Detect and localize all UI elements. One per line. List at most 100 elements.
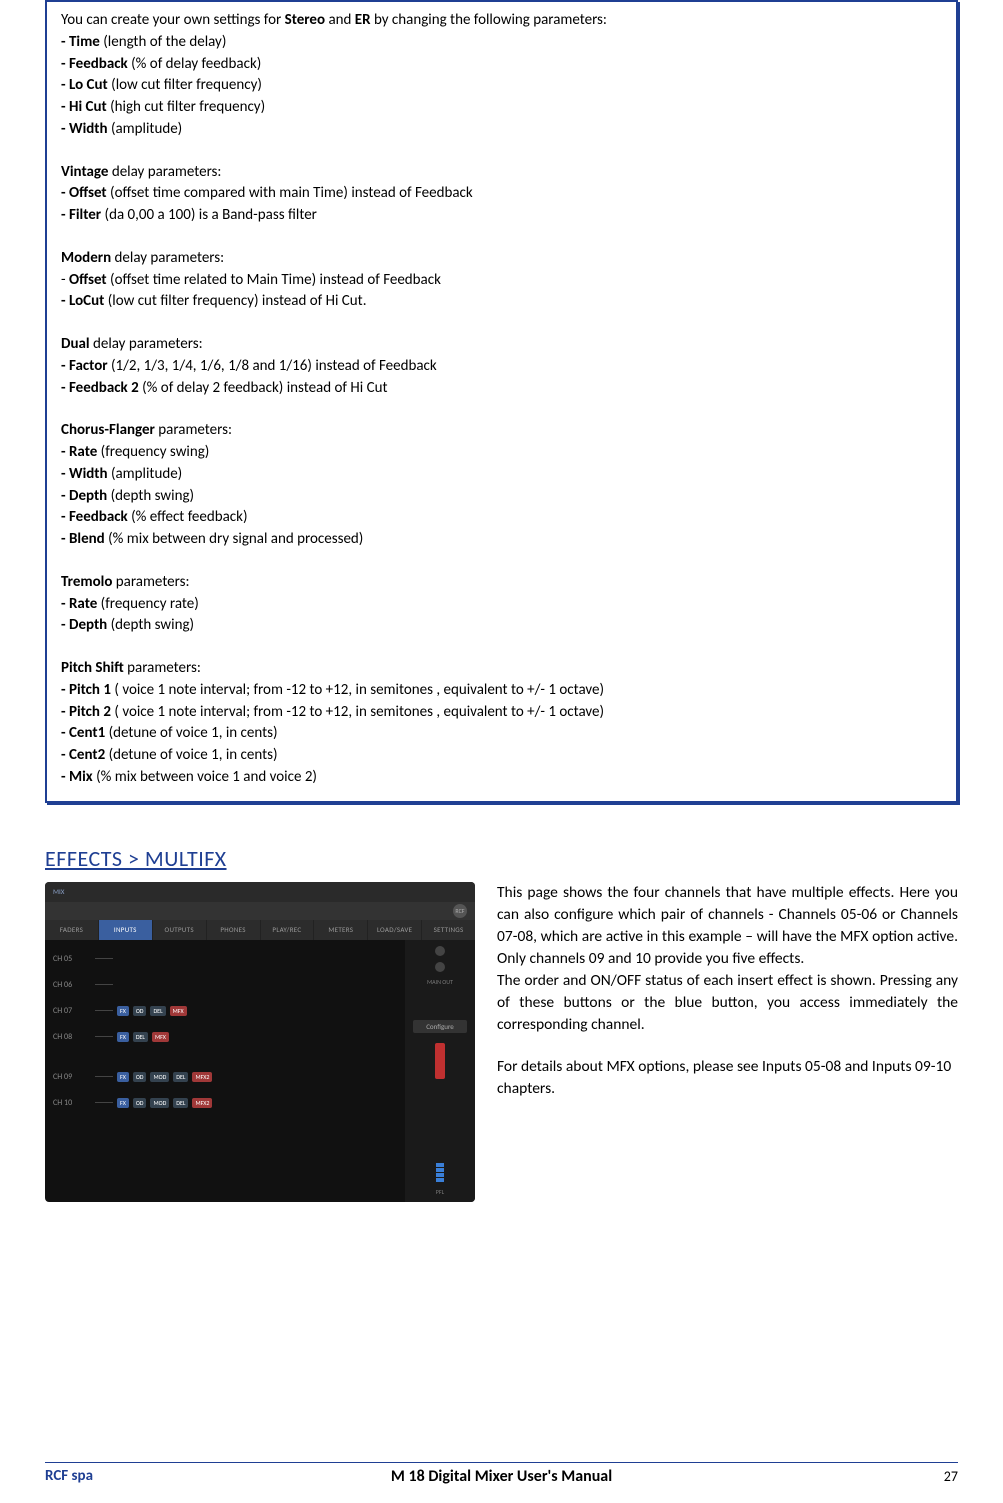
mfx-chip-button[interactable]: MFX [152,1032,169,1042]
bold: Tremolo [61,573,112,591]
channel-label: CH 07 [53,1006,91,1016]
tab-loadsave[interactable]: LOAD/SAVE [368,920,421,940]
paragraph: The order and ON/OFF status of each inse… [497,970,958,1036]
bold: - Rate [61,443,97,461]
tab-meters[interactable]: METERS [314,920,367,940]
text: by changing the following parameters: [371,11,607,29]
footer-page-number: 27 [944,1468,958,1485]
text: (% mix between dry signal and processed) [105,530,364,548]
param-line: - Depth (depth swing) [61,615,942,637]
text: (% mix between voice 1 and voice 2) [93,768,317,786]
text: (offset time related to Main Time) inste… [107,271,441,289]
mfx2-chip-button[interactable]: MFX2 [192,1072,212,1082]
fx-chip-button[interactable]: FX [117,1098,129,1108]
knob-icon[interactable] [435,946,445,956]
bold: - Feedback [61,508,128,526]
param-line: - Cent2 (detune of voice 1, in cents) [61,745,942,767]
tab-phones[interactable]: PHONES [207,920,260,940]
group-heading: Tremolo parameters: [61,572,942,594]
paragraph: This page shows the four channels that h… [497,882,958,970]
group-heading: Vintage delay parameters: [61,162,942,184]
mfx2-chip-button[interactable]: MFX2 [192,1098,212,1108]
channel-label: CH 06 [53,980,91,990]
channel-line-icon [95,1036,113,1037]
bold: - Rate [61,595,97,613]
text: (low cut filter frequency) [108,76,262,94]
tab-playrec[interactable]: PLAY/REC [261,920,314,940]
intro-line: You can create your own settings for Ste… [61,10,942,32]
text: (% of delay feedback) [128,55,262,73]
channel-row: CH 10 FX OD MOD DEL MFX2 [53,1090,397,1116]
knob-icon[interactable] [435,962,445,972]
group-heading: Dual delay parameters: [61,334,942,356]
group-heading: Pitch Shift parameters: [61,658,942,680]
text: You can create your own settings for [61,11,285,29]
bold: - Cent1 [61,724,105,742]
bold: - LoCut [61,292,104,310]
configure-button[interactable]: Configure [413,1020,467,1033]
param-line: - Feedback 2 (% of delay 2 feedback) ins… [61,378,942,400]
text: (detune of voice 1, in cents) [105,746,277,764]
text: - [61,271,69,289]
text: parameters: [112,573,189,591]
mute-indicator-icon[interactable] [435,1043,445,1079]
mfx-chip-button[interactable]: MFX [170,1006,187,1016]
bold: - Filter [61,206,101,224]
multifx-screenshot: MIX RCF FADERS INPUTS OUTPUTS PHONES PLA… [45,882,475,1202]
param-line: - Feedback (% effect feedback) [61,507,942,529]
bold: - Width [61,465,108,483]
param-line: - Factor (1/2, 1/3, 1/4, 1/6, 1/8 and 1/… [61,356,942,378]
text: delay parameters: [111,249,224,267]
bold-stereo: Stereo [285,11,325,29]
text: ( voice 1 note interval; from -12 to +12… [111,681,604,699]
text: parameters: [124,659,201,677]
param-line: - Offset (offset time compared with main… [61,183,942,205]
channel-label: CH 05 [53,954,91,964]
text: (detune of voice 1, in cents) [105,724,277,742]
fx-chip-button[interactable]: FX [117,1006,129,1016]
text: (depth swing) [107,616,194,634]
od-chip-button[interactable]: OD [133,1072,147,1082]
paragraph: For details about MFX options, please se… [497,1056,958,1100]
od-chip-button[interactable]: OD [133,1098,147,1108]
tab-outputs[interactable]: OUTPUTS [153,920,206,940]
od-chip-button[interactable]: OD [133,1006,147,1016]
multifx-description: This page shows the four channels that h… [497,882,958,1100]
text: (1/2, 1/3, 1/4, 1/6, 1/8 and 1/16) inste… [108,357,437,375]
fx-chip-button[interactable]: FX [117,1032,129,1042]
bold: - Cent2 [61,746,105,764]
text: and [325,11,355,29]
screenshot-channel-list: CH 05 CH 06 CH 07 FX OD DEL MFX CH 08 [45,940,405,1202]
tab-faders[interactable]: FADERS [45,920,98,940]
mod-chip-button[interactable]: MOD [150,1098,169,1108]
del-chip-button[interactable]: DEL [133,1032,148,1042]
group-heading: Modern delay parameters: [61,248,942,270]
del-chip-button[interactable]: DEL [173,1072,188,1082]
param-line: - LoCut (low cut filter frequency) inste… [61,291,942,313]
bold: Vintage [61,163,108,181]
rcf-logo-icon: RCF [453,904,467,918]
fx-chip-button[interactable]: FX [117,1072,129,1082]
mod-chip-button[interactable]: MOD [150,1072,169,1082]
channel-line-icon [95,984,113,985]
tab-settings[interactable]: SETTINGS [422,920,475,940]
pfl-label: PFL [436,1188,444,1196]
bold: Offset [69,271,107,289]
channel-label: CH 08 [53,1032,91,1042]
text: (length of the delay) [100,33,227,51]
tab-inputs[interactable]: INPUTS [99,920,152,940]
text: (% effect feedback) [128,508,248,526]
bold: - Width [61,120,108,138]
channel-line-icon [95,1102,113,1103]
del-chip-button[interactable]: DEL [173,1098,188,1108]
del-chip-button[interactable]: DEL [150,1006,165,1016]
text: (high cut filter frequency) [107,98,265,116]
group-heading: Chorus-Flanger parameters: [61,420,942,442]
bold: Chorus-Flanger [61,421,155,439]
bold: Dual [61,335,90,353]
param-line: - Feedback (% of delay feedback) [61,54,942,76]
bold: - Feedback [61,55,128,73]
footer-title: M 18 Digital Mixer User's Manual [391,1467,612,1486]
bold: - Depth [61,487,107,505]
channel-line-icon [95,1010,113,1011]
